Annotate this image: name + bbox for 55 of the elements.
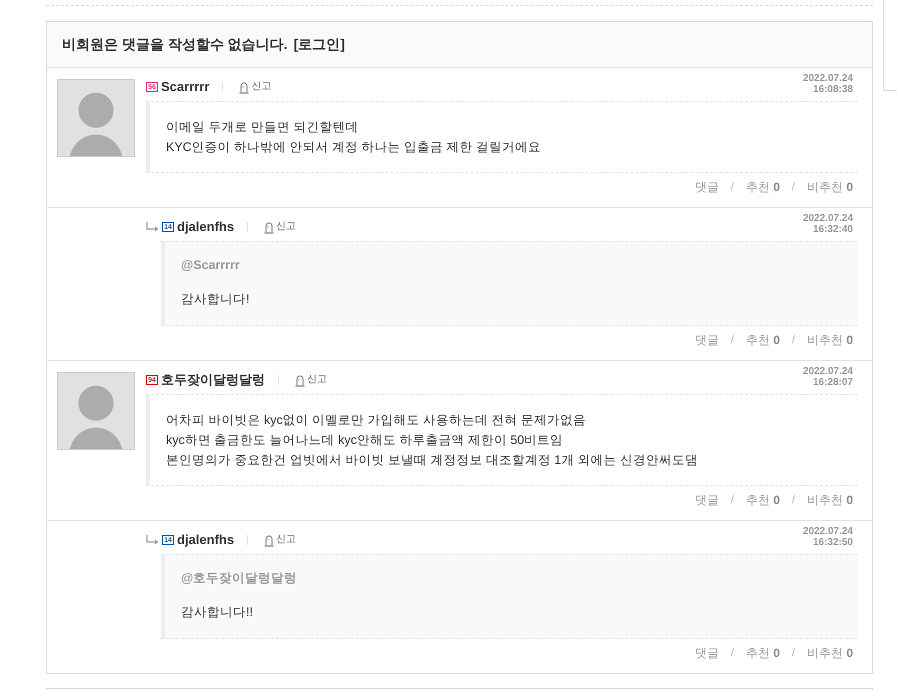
- comment-text: 감사합니다!!: [181, 604, 254, 621]
- vote-button[interactable]: 추천 0: [746, 331, 780, 349]
- vote-button[interactable]: 비추천 0: [806, 331, 853, 349]
- reply-link[interactable]: 댓글: [694, 178, 719, 196]
- reply-link[interactable]: 댓글: [694, 331, 719, 349]
- siren-icon: [295, 374, 305, 386]
- comment-date: 2022.07.24: [802, 213, 853, 224]
- avatar-silhouette-icon: [57, 79, 135, 157]
- action-separator: /: [730, 332, 734, 348]
- comment-time: 16:32:40: [812, 224, 853, 235]
- action-separator: /: [792, 332, 795, 348]
- action-separator: /: [792, 646, 795, 661]
- siren-icon: [239, 80, 250, 94]
- vote-button[interactable]: 비추천 0: [806, 644, 853, 662]
- report-button[interactable]: 신고: [264, 220, 296, 234]
- comment-text: 이메일 두개로 만들면 되긴할텐데: [166, 119, 360, 136]
- action-separator: /: [730, 492, 734, 508]
- action-separator: /: [730, 180, 734, 195]
- notice-text: 비회원은 댓글을 작성할수 없습니다.: [62, 35, 288, 54]
- comment-time: 16:28:07: [812, 377, 853, 388]
- mention-text: @호두잦이달렁달렁: [181, 570, 298, 587]
- avatar-silhouette-icon: [57, 372, 135, 450]
- comment-text: KYC인증이 하나밖에 안되서 계정 하나는 입출금 제한 걸릴거에요: [166, 139, 542, 156]
- comment-date: 2022.07.24: [802, 73, 853, 84]
- report-button[interactable]: 신고: [264, 534, 296, 546]
- author-name[interactable]: 호두잦이달렁달렁: [161, 372, 265, 388]
- author-name[interactable]: djalenfhs: [177, 219, 234, 235]
- action-separator: /: [792, 492, 795, 508]
- comment-time: 16:08:38: [812, 84, 853, 95]
- siren-icon: [264, 534, 274, 546]
- reply-link[interactable]: 댓글: [694, 491, 719, 509]
- action-separator: /: [792, 180, 795, 195]
- vote-button[interactable]: 추천 0: [746, 178, 780, 196]
- reply-link[interactable]: 댓글: [694, 644, 719, 662]
- report-button[interactable]: 신고: [239, 80, 272, 94]
- vote-button[interactable]: 추천 0: [746, 644, 780, 662]
- mention-text: @Scarrrrr: [181, 257, 241, 274]
- comment-text: 본인명의가 중요한건 업빗에서 바이빗 보낼때 계정정보 대조할계정 1개 외에는 신경안써도댐: [166, 452, 698, 469]
- comment-date: 2022.07.24: [802, 366, 853, 377]
- author-name[interactable]: Scarrrrr: [161, 79, 210, 95]
- vote-button[interactable]: 비추천 0: [806, 491, 853, 509]
- siren-icon: [264, 220, 274, 234]
- vote-button[interactable]: 비추천 0: [806, 178, 853, 196]
- comment-text: 감사합니다!: [181, 291, 250, 308]
- reply-arrow-icon: [146, 222, 159, 232]
- comment-text: 어차피 바이빗은 kyc없이 이멜로만 가입해도 사용하는데 전혀 문제가없음: [166, 412, 588, 429]
- comment-text: kyc하면 출금한도 늘어나느데 kyc안해도 하루출금액 제한이 50비트임: [166, 432, 564, 449]
- action-separator: /: [730, 646, 734, 661]
- report-button[interactable]: 신고: [295, 374, 327, 386]
- author-name[interactable]: djalenfhs: [177, 532, 234, 548]
- login-link[interactable]: [로그인]: [294, 34, 345, 55]
- comment-time: 16:32:50: [812, 537, 853, 548]
- reply-arrow-icon: [146, 535, 159, 545]
- comment-date: 2022.07.24: [802, 526, 853, 537]
- vote-button[interactable]: 추천 0: [746, 491, 780, 509]
